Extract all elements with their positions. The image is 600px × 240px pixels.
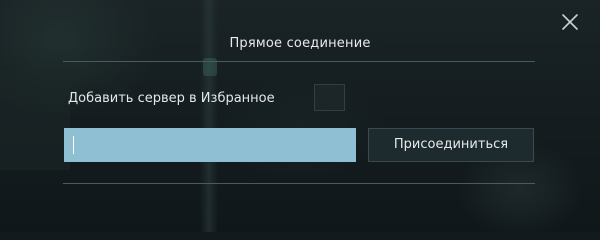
direct-connect-dialog: Прямое соединение Добавить сервер в Избр… — [0, 0, 600, 232]
text-caret — [73, 136, 74, 154]
connect-button[interactable]: Присоединиться — [368, 128, 534, 162]
favorite-label: Добавить сервер в Избранное — [68, 91, 275, 106]
close-icon — [562, 14, 578, 30]
dialog-title: Прямое соединение — [229, 36, 371, 51]
close-button[interactable] — [558, 10, 582, 34]
favorite-checkbox[interactable] — [314, 84, 345, 111]
top-divider — [63, 61, 535, 62]
server-address-input[interactable] — [64, 128, 356, 162]
bottom-divider — [63, 183, 535, 184]
